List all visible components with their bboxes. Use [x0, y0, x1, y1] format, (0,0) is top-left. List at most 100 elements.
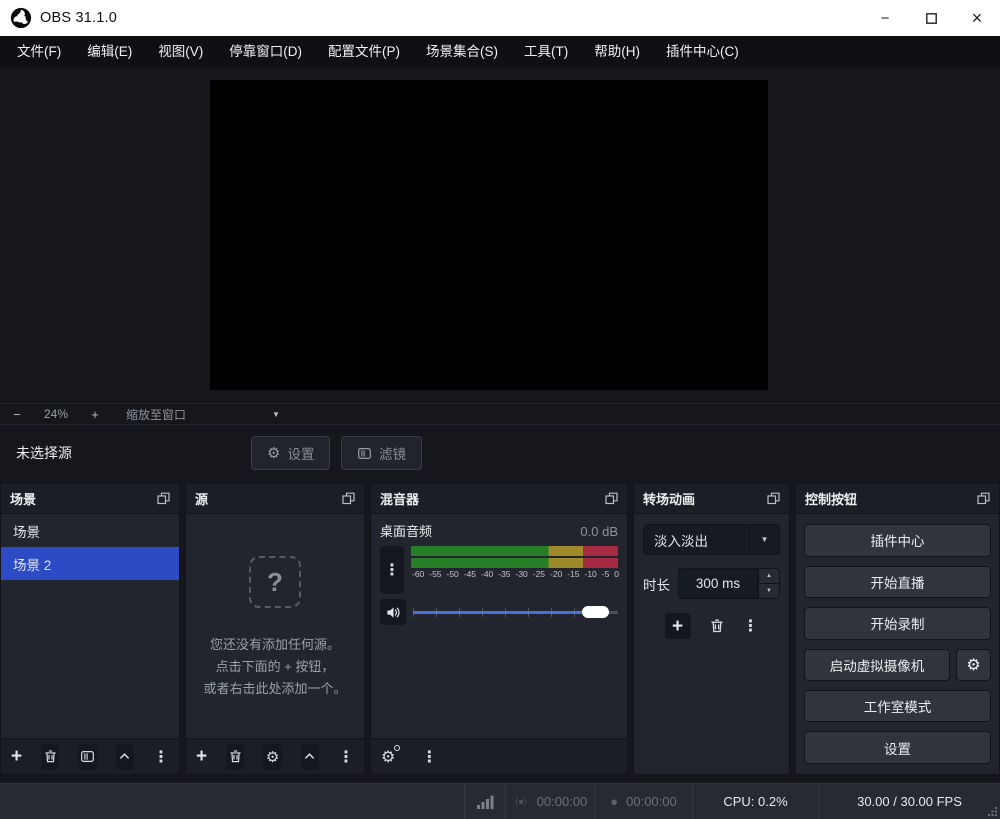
- mixer-menu-button[interactable]: ⋮: [421, 747, 437, 767]
- advanced-audio-button[interactable]: ⚙: [381, 747, 395, 767]
- audio-channel-name: 桌面音频: [380, 521, 432, 540]
- transition-selected-value: 淡入淡出: [644, 530, 749, 550]
- preview-canvas[interactable]: [210, 80, 768, 390]
- scale-mode-value[interactable]: 缩放至窗口: [126, 406, 186, 423]
- audio-mixer-panel: 混音器 桌面音频 0.0 dB ⋮ -60-55-50-45-40-35-30-…: [370, 483, 628, 775]
- mixer-toolbar: ⚙ ⋮: [371, 738, 627, 774]
- sources-toolbar: + ⚙ ⋮: [186, 738, 364, 774]
- zoom-in-button[interactable]: +: [78, 407, 112, 422]
- sources-empty-text-line: 您还没有添加任何源。: [186, 634, 364, 656]
- popout-icon[interactable]: [157, 492, 170, 505]
- meter-scale: -60-55-50-45-40-35-30-25-20-15-10-50: [411, 569, 618, 579]
- scale-mode-dropdown-icon[interactable]: ▼: [272, 410, 280, 419]
- volume-meter-left: [411, 546, 618, 556]
- statusbar-message-area: [0, 784, 464, 819]
- menu-plugin-center[interactable]: 插件中心(C): [653, 36, 752, 68]
- scene-item[interactable]: 场景: [1, 514, 179, 547]
- menu-view[interactable]: 视图(V): [145, 36, 216, 68]
- menu-scene-collection[interactable]: 场景集合(S): [413, 36, 511, 68]
- start-streaming-button[interactable]: 开始直播: [804, 566, 991, 599]
- duration-decrease-button[interactable]: ▼: [758, 583, 780, 599]
- popout-icon[interactable]: [342, 492, 355, 505]
- duration-input[interactable]: 300 ms: [678, 568, 758, 599]
- filter-icon: [357, 446, 372, 461]
- cpu-usage: CPU: 0.2%: [693, 784, 818, 819]
- menu-help[interactable]: 帮助(H): [581, 36, 653, 68]
- resize-grip[interactable]: [988, 807, 998, 817]
- popout-icon[interactable]: [605, 492, 618, 505]
- transition-menu-button[interactable]: ⋮: [743, 616, 759, 636]
- gear-icon: ⚙: [266, 748, 279, 766]
- scenes-menu-button[interactable]: ⋮: [153, 747, 169, 767]
- start-virtual-camera-button[interactable]: 启动虚拟摄像机: [804, 649, 950, 681]
- source-properties-footer-button[interactable]: ⚙: [263, 744, 281, 770]
- maximize-icon: [926, 13, 937, 24]
- start-recording-button[interactable]: 开始录制: [804, 607, 991, 640]
- close-button[interactable]: ×: [954, 0, 1000, 36]
- slider-handle[interactable]: [582, 606, 609, 618]
- plugin-center-button[interactable]: 插件中心: [804, 524, 991, 557]
- chevron-up-icon: [118, 750, 131, 763]
- record-dot-icon: ●: [610, 795, 618, 808]
- sources-menu-button[interactable]: ⋮: [338, 747, 354, 767]
- obs-main-window: OBS 31.1.0 − × 文件(F) 编辑(E) 视图(V) 停靠窗口(D)…: [0, 0, 1000, 819]
- virtual-camera-settings-button[interactable]: ⚙: [956, 649, 991, 681]
- mixer-channel: 桌面音频 0.0 dB ⋮ -60-55-50-45-40-35-30-25-2…: [371, 514, 627, 738]
- menu-tools[interactable]: 工具(T): [511, 36, 581, 68]
- remove-source-button[interactable]: [226, 744, 244, 770]
- move-source-up-button[interactable]: [301, 744, 319, 770]
- menu-edit[interactable]: 编辑(E): [74, 36, 145, 68]
- add-transition-button[interactable]: +: [665, 613, 691, 639]
- channel-menu-button[interactable]: ⋮: [380, 546, 404, 594]
- sources-empty-area[interactable]: ? 您还没有添加任何源。 点击下面的 + 按钮， 或者右击此处添加一个。: [186, 514, 364, 738]
- chevron-down-icon: ▼: [749, 525, 779, 554]
- controls-body: 插件中心 开始直播 开始录制 启动虚拟摄像机 ⚙ 工作室模式 设置: [796, 514, 999, 774]
- add-source-button[interactable]: +: [196, 747, 207, 766]
- settings-button[interactable]: 设置: [804, 731, 991, 764]
- transitions-panel-header: 转场动画: [634, 484, 789, 514]
- transition-select[interactable]: 淡入淡出 ▼: [643, 524, 780, 555]
- menu-docks[interactable]: 停靠窗口(D): [216, 36, 315, 68]
- remove-scene-button[interactable]: [41, 744, 59, 770]
- transitions-body: 淡入淡出 ▼ 时长 300 ms ▲ ▼ + ⋮: [634, 514, 789, 774]
- sources-panel: 源 ? 您还没有添加任何源。 点击下面的 + 按钮， 或者右击此处添加一个。 +…: [185, 483, 365, 775]
- source-properties-button[interactable]: ⚙ 设置: [251, 436, 330, 470]
- obs-logo-icon: [10, 7, 32, 29]
- maximize-button[interactable]: [908, 0, 954, 36]
- move-scene-up-button[interactable]: [116, 744, 134, 770]
- sources-panel-title: 源: [195, 489, 208, 508]
- scene-item-selected[interactable]: 场景 2: [1, 547, 179, 580]
- menu-file[interactable]: 文件(F): [4, 36, 74, 68]
- zoom-out-button[interactable]: −: [0, 407, 34, 422]
- minimize-button[interactable]: −: [862, 0, 908, 36]
- source-toolbar: 未选择源 ⚙ 设置 滤镜: [0, 425, 1000, 483]
- scenes-list: 场景 场景 2: [1, 514, 179, 738]
- studio-mode-button[interactable]: 工作室模式: [804, 690, 991, 723]
- zoom-level-value: 24%: [34, 407, 78, 421]
- controls-panel-header: 控制按钮: [796, 484, 999, 514]
- titlebar: OBS 31.1.0 − ×: [0, 0, 1000, 36]
- add-scene-button[interactable]: +: [11, 747, 22, 766]
- scenes-panel-title: 场景: [10, 489, 36, 508]
- gear-icon: ⚙: [966, 655, 980, 675]
- menu-profile[interactable]: 配置文件(P): [315, 36, 413, 68]
- popout-icon[interactable]: [977, 492, 990, 505]
- mixer-panel-header: 混音器: [371, 484, 627, 514]
- duration-increase-button[interactable]: ▲: [758, 568, 780, 583]
- fps-indicator: 30.00 / 30.00 FPS: [819, 784, 1000, 819]
- trash-icon: [709, 618, 725, 634]
- popout-icon[interactable]: [767, 492, 780, 505]
- remove-transition-button[interactable]: [709, 618, 725, 634]
- trash-icon: [43, 749, 58, 764]
- gears-icon: ⚙: [381, 747, 395, 767]
- scene-transitions-panel: 转场动画 淡入淡出 ▼ 时长 300 ms ▲ ▼ +: [633, 483, 790, 775]
- controls-panel-title: 控制按钮: [805, 489, 857, 508]
- transitions-panel-title: 转场动画: [643, 489, 695, 508]
- scene-filters-button[interactable]: [78, 744, 96, 770]
- source-filters-button[interactable]: 滤镜: [341, 436, 422, 470]
- volume-slider[interactable]: [413, 604, 618, 620]
- mute-button[interactable]: [380, 599, 406, 625]
- scenes-toolbar: + ⋮: [1, 738, 179, 774]
- mixer-panel-title: 混音器: [380, 489, 419, 508]
- stream-time-value: 00:00:00: [537, 794, 588, 809]
